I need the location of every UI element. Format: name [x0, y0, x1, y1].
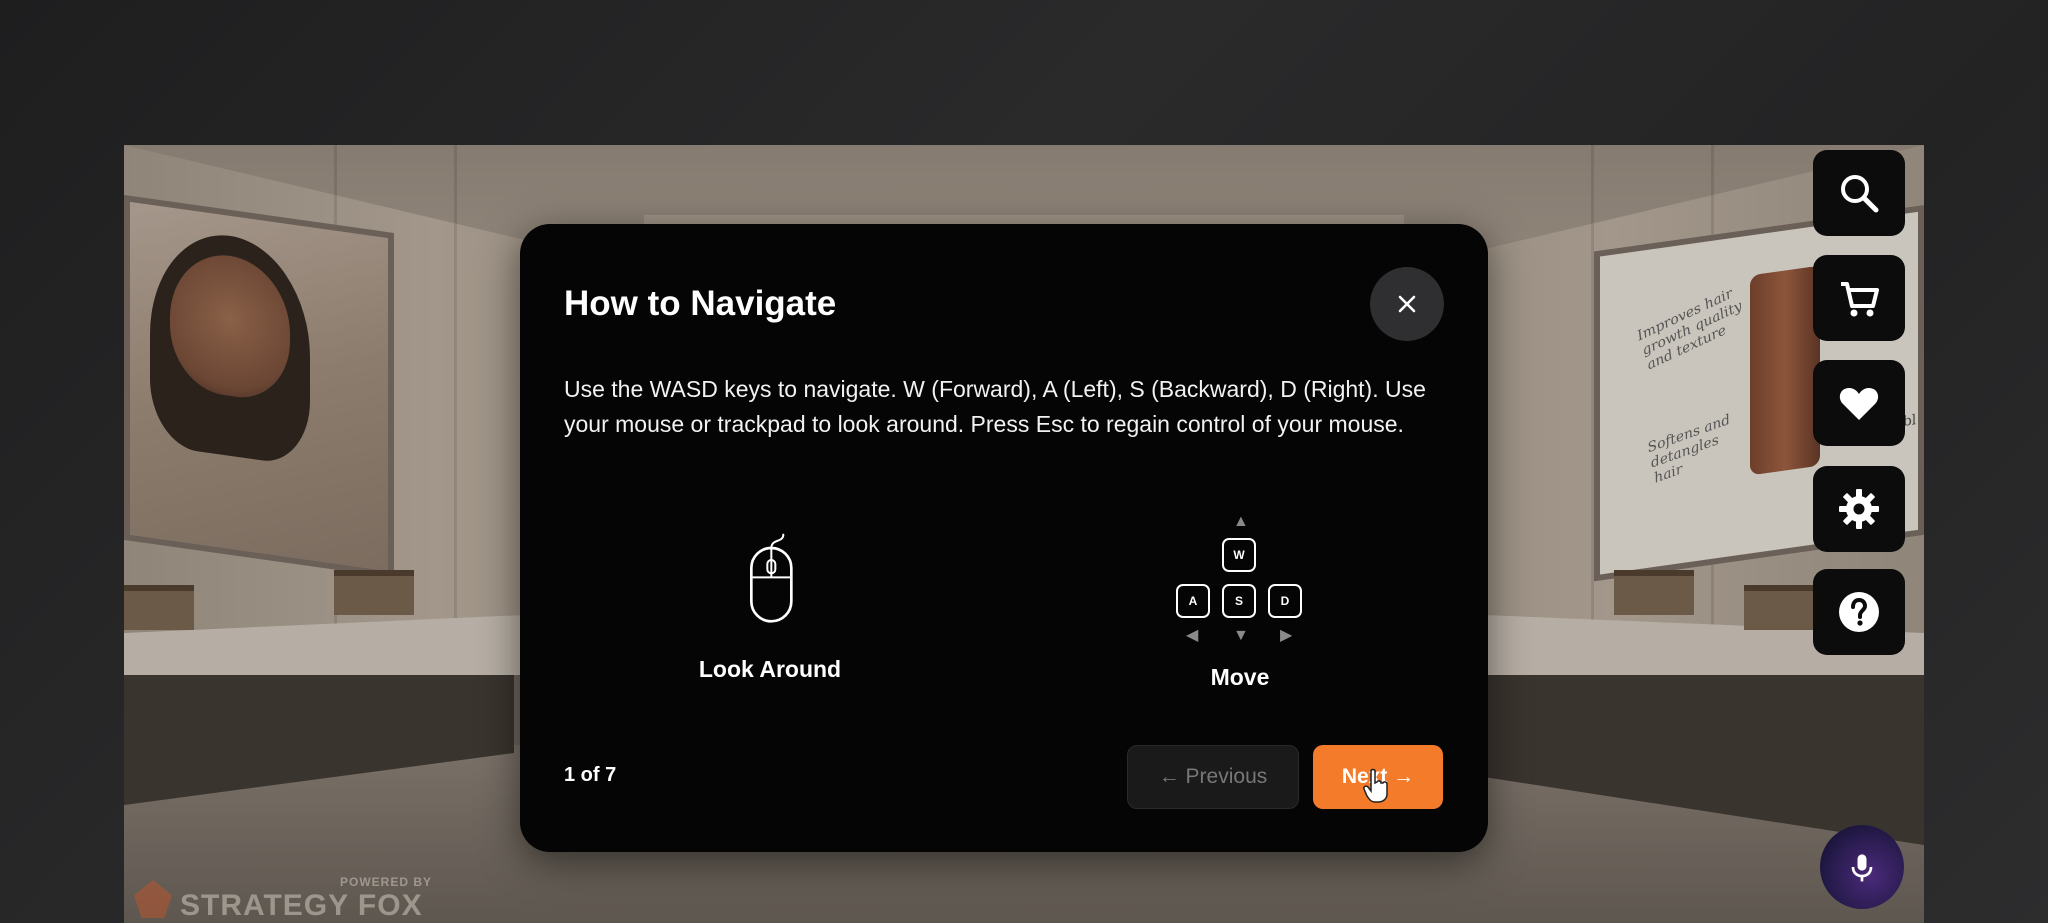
poster-text-1: Improves hair growth quality and texture — [1635, 285, 1745, 374]
gift-box — [124, 585, 194, 630]
look-around-label: Look Around — [698, 656, 842, 682]
cart-button[interactable] — [1813, 255, 1905, 341]
key-w: W — [1222, 538, 1256, 572]
poster-text-2: Softens and detangles hair — [1646, 411, 1732, 487]
wishlist-button[interactable] — [1813, 360, 1905, 446]
arrow-left-icon: ◀ — [1186, 627, 1199, 644]
powered-by-label: POWERED BY — [340, 875, 433, 889]
powered-by-branding: POWERED BY STRATEGY FOX — [134, 875, 432, 923]
modal-title: How to Navigate — [564, 284, 837, 323]
look-around-illustration: Look Around — [640, 514, 900, 683]
settings-button[interactable] — [1813, 466, 1905, 552]
key-d: D — [1268, 584, 1302, 618]
instructions-text: Use the WASD keys to navigate. W (Forwar… — [564, 376, 1426, 437]
move-label: Move — [1210, 664, 1270, 690]
brand-name: STRATEGY FOX — [180, 889, 423, 922]
mouse-icon — [750, 533, 793, 623]
navigation-help-modal: How to Navigate Use the WASD keys to nav… — [520, 224, 1488, 852]
help-button[interactable] — [1813, 569, 1905, 655]
help-icon — [1839, 592, 1879, 632]
microphone-icon — [1851, 854, 1873, 882]
microphone-button[interactable] — [1820, 825, 1904, 909]
model-poster — [124, 195, 394, 578]
previous-button[interactable]: ← Previous — [1127, 745, 1299, 809]
search-icon — [1841, 175, 1879, 213]
key-s: S — [1222, 584, 1256, 618]
arrow-up-icon: ▲ — [1233, 513, 1249, 530]
arrow-down-icon: ▼ — [1233, 627, 1249, 644]
gift-box — [334, 570, 414, 615]
gear-icon — [1839, 489, 1879, 529]
hand-cursor-icon — [1363, 768, 1388, 803]
gift-box — [1614, 570, 1694, 615]
wasd-keys-graphic: ▲ W A S D ◀ ▼ ▶ — [1170, 514, 1310, 654]
fox-logo-icon — [134, 880, 172, 918]
cart-icon — [1841, 282, 1879, 317]
close-button[interactable] — [1370, 267, 1444, 341]
product-bottle — [1750, 265, 1820, 476]
search-button[interactable] — [1813, 150, 1905, 236]
arrow-right-icon: ▶ — [1280, 627, 1293, 644]
wall-panel-line — [454, 145, 457, 645]
move-illustration: ▲ W A S D ◀ ▼ ▶ Move — [1110, 514, 1370, 691]
close-icon — [1398, 295, 1416, 313]
key-a: A — [1176, 584, 1210, 618]
step-counter: 1 of 7 — [564, 764, 617, 786]
heart-icon — [1839, 388, 1879, 420]
